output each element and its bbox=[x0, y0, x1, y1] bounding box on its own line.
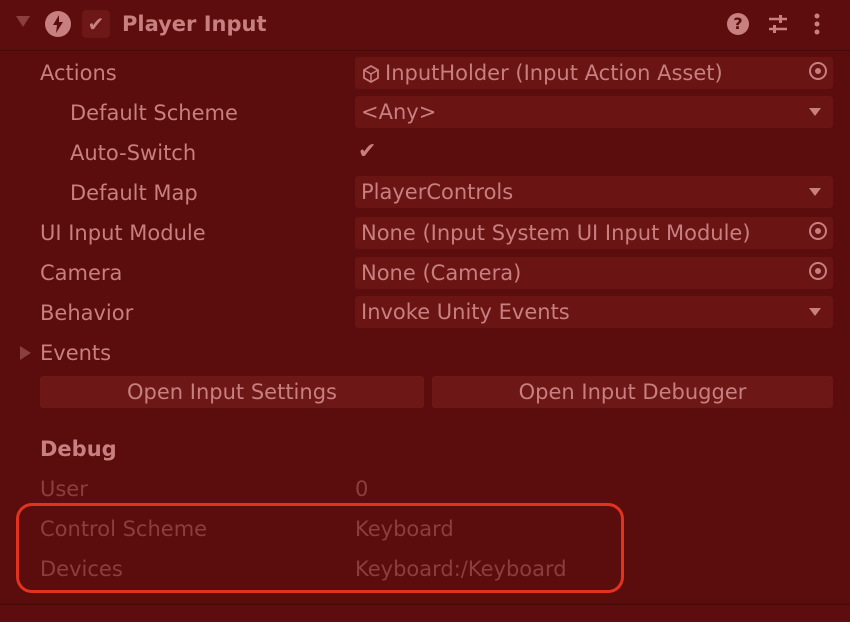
actions-value: InputHolder (Input Action Asset) bbox=[385, 61, 723, 85]
foldout-arrow-icon[interactable] bbox=[16, 16, 30, 27]
default-map-dropdown[interactable]: PlayerControls bbox=[355, 176, 833, 208]
object-picker-icon[interactable] bbox=[809, 62, 827, 80]
default-scheme-dropdown[interactable]: <Any> bbox=[355, 96, 833, 128]
dropdown-arrow-icon bbox=[809, 108, 821, 116]
next-component-header bbox=[0, 604, 850, 622]
component-title: Player Input bbox=[122, 12, 267, 36]
input-component-icon bbox=[45, 11, 71, 37]
auto-switch-label: Auto-Switch bbox=[70, 141, 197, 165]
component-enabled-checkbox[interactable]: ✔ bbox=[82, 10, 110, 38]
default-scheme-label: Default Scheme bbox=[70, 101, 238, 125]
behavior-dropdown[interactable]: Invoke Unity Events bbox=[355, 296, 833, 328]
debug-user-label: User bbox=[40, 477, 88, 501]
behavior-label: Behavior bbox=[40, 301, 134, 325]
kebab-menu-icon[interactable] bbox=[813, 12, 821, 36]
open-input-settings-button[interactable]: Open Input Settings bbox=[40, 376, 424, 408]
ui-input-module-value: None (Input System UI Input Module) bbox=[361, 221, 751, 245]
object-picker-icon[interactable] bbox=[809, 222, 827, 240]
ui-input-module-field[interactable]: None (Input System UI Input Module) bbox=[355, 217, 833, 249]
actions-field[interactable]: InputHolder (Input Action Asset) bbox=[355, 57, 833, 89]
actions-label: Actions bbox=[40, 61, 117, 85]
default-scheme-value: <Any> bbox=[361, 100, 437, 124]
inspector-panel: ✔ Player Input ? Actions InputHolder (In… bbox=[0, 0, 850, 622]
open-input-debugger-button[interactable]: Open Input Debugger bbox=[432, 376, 833, 408]
dropdown-arrow-icon bbox=[809, 308, 821, 316]
camera-field[interactable]: None (Camera) bbox=[355, 257, 833, 289]
settings-sliders-icon[interactable] bbox=[767, 13, 789, 35]
debug-heading: Debug bbox=[40, 437, 117, 461]
component-header: ✔ Player Input ? bbox=[0, 0, 850, 51]
default-map-label: Default Map bbox=[70, 181, 198, 205]
asset-icon bbox=[361, 64, 381, 88]
debug-user-value: 0 bbox=[355, 477, 369, 501]
events-foldout-arrow-icon[interactable] bbox=[20, 346, 31, 360]
dropdown-arrow-icon bbox=[809, 188, 821, 196]
object-picker-icon[interactable] bbox=[809, 262, 827, 280]
events-foldout-label[interactable]: Events bbox=[40, 340, 111, 366]
help-icon[interactable]: ? bbox=[727, 13, 749, 35]
auto-switch-checkbox[interactable]: ✔ bbox=[358, 139, 376, 164]
camera-value: None (Camera) bbox=[361, 261, 522, 285]
behavior-value: Invoke Unity Events bbox=[361, 300, 570, 324]
default-map-value: PlayerControls bbox=[361, 180, 514, 204]
highlight-outline bbox=[16, 503, 624, 593]
camera-label: Camera bbox=[40, 261, 123, 285]
ui-input-module-label: UI Input Module bbox=[40, 221, 206, 245]
